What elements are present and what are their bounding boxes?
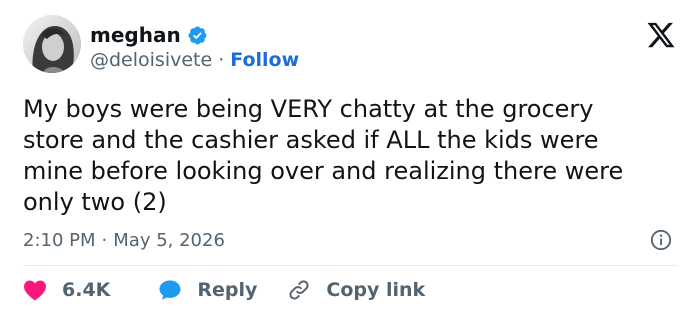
avatar[interactable] xyxy=(23,15,81,73)
reply-label: Reply xyxy=(197,279,258,301)
meta-separator: · xyxy=(101,229,108,251)
author-handle[interactable]: @deloisivete xyxy=(90,48,212,72)
x-logo-icon[interactable] xyxy=(646,20,676,50)
tweet-time[interactable]: 2:10 PM xyxy=(23,230,96,251)
author-name[interactable]: meghan xyxy=(90,23,181,47)
author-name-row: meghan xyxy=(90,22,208,48)
info-icon[interactable] xyxy=(650,229,672,251)
like-count: 6.4K xyxy=(62,279,111,301)
tweet-date[interactable]: May 5, 2026 xyxy=(113,230,225,251)
divider xyxy=(23,265,677,266)
copy-link-button[interactable]: Copy link xyxy=(287,278,425,302)
tweet-card: meghan @deloisivete · Follow My boys wer… xyxy=(0,0,700,318)
link-icon xyxy=(289,280,309,300)
separator-dot: · xyxy=(218,49,225,71)
like-button[interactable]: 6.4K xyxy=(23,279,110,301)
tweet-text: My boys were being VERY chatty at the gr… xyxy=(23,95,624,216)
action-bar: 6.4K Reply Copy link xyxy=(23,275,425,305)
reply-button[interactable]: Reply xyxy=(158,278,257,302)
speech-bubble-icon xyxy=(159,280,181,300)
copy-link-label: Copy link xyxy=(326,279,426,301)
verified-badge-icon xyxy=(187,25,208,46)
tweet-meta: 2:10 PM · May 5, 2026 xyxy=(23,228,225,252)
avatar-image xyxy=(23,15,81,73)
heart-icon xyxy=(24,280,46,301)
follow-button[interactable]: Follow xyxy=(230,48,299,72)
handle-row: @deloisivete · Follow xyxy=(90,47,299,73)
